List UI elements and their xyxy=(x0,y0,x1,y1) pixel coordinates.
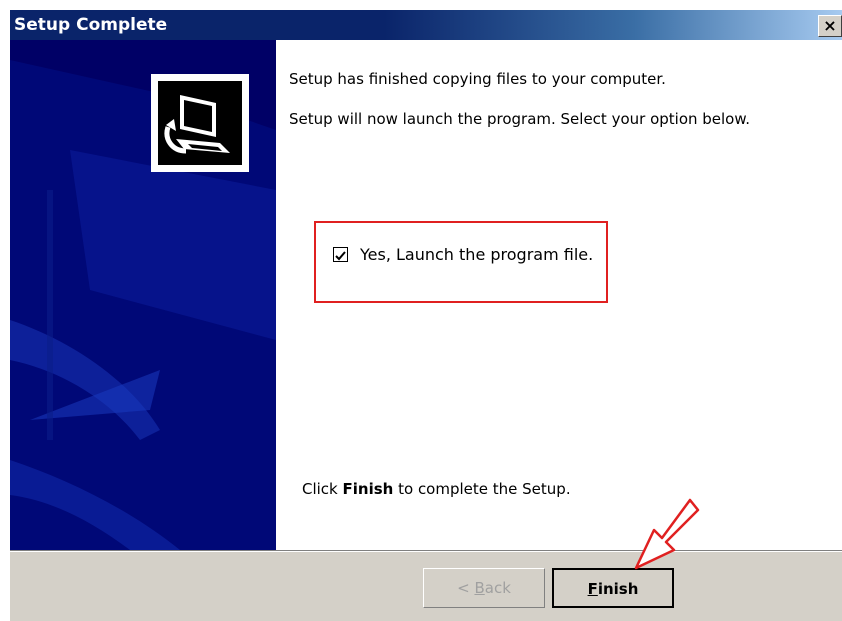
back-button[interactable]: < Back xyxy=(423,568,545,608)
finish-rest: inish xyxy=(597,580,639,598)
message-launch: Setup will now launch the program. Selec… xyxy=(289,110,751,128)
finish-mnemonic: F xyxy=(587,580,598,598)
window-title: Setup Complete xyxy=(14,15,168,35)
close-button[interactable]: × xyxy=(818,15,842,37)
content-panel: Setup has finished copying files to your… xyxy=(276,40,842,550)
side-banner xyxy=(10,40,276,550)
back-mnemonic: B xyxy=(474,579,485,597)
checkmark-icon xyxy=(335,251,346,261)
message-files-copied: Setup has finished copying files to your… xyxy=(289,70,666,88)
close-icon: × xyxy=(823,16,837,35)
pointer-arrow-icon xyxy=(634,498,700,570)
launch-checkbox-label[interactable]: Yes, Launch the program file. xyxy=(360,245,593,264)
setup-dialog: Setup Complete × Setup has finished copy… xyxy=(10,10,842,621)
back-prefix: < xyxy=(457,579,475,597)
back-rest: ack xyxy=(484,579,511,597)
launch-checkbox[interactable] xyxy=(333,247,348,262)
button-bar: < Back Finish xyxy=(10,552,842,621)
finish-instruction-bold: Finish xyxy=(342,480,394,498)
finish-instruction-prefix: Click xyxy=(302,480,343,498)
finish-instruction: Click Finish to complete the Setup. xyxy=(302,480,571,498)
setup-logo xyxy=(151,74,249,172)
computer-install-icon xyxy=(158,81,242,165)
finish-instruction-suffix: to complete the Setup. xyxy=(393,480,571,498)
title-bar: Setup Complete × xyxy=(10,10,842,40)
